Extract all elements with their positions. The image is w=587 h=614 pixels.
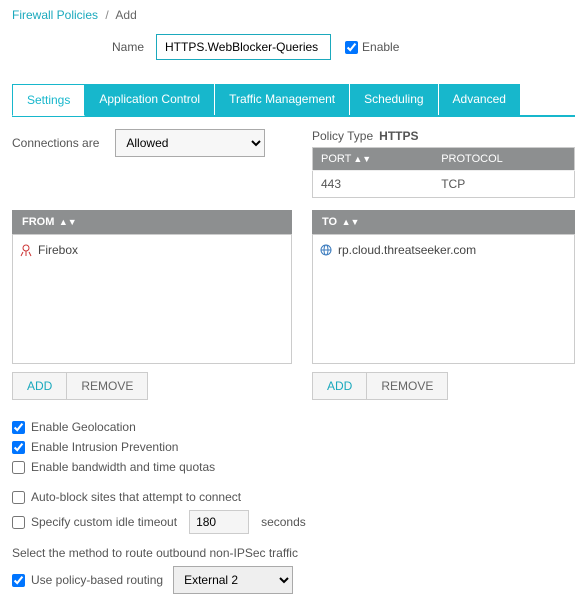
table-row[interactable]: 443 TCP [313, 171, 575, 198]
ips-label: Enable Intrusion Prevention [31, 440, 178, 454]
firebox-icon [19, 243, 33, 257]
quota-checkbox[interactable] [12, 461, 25, 474]
pbr-row[interactable]: Use policy-based routing [12, 573, 163, 587]
breadcrumb: Firewall Policies / Add [12, 8, 575, 22]
breadcrumb-current: Add [115, 8, 136, 22]
ips-row[interactable]: Enable Intrusion Prevention [12, 440, 575, 454]
enable-wrap[interactable]: Enable [345, 40, 399, 54]
pbr-checkbox[interactable] [12, 574, 25, 587]
tab-traffic-management[interactable]: Traffic Management [215, 84, 350, 115]
name-label: Name [112, 40, 144, 54]
policy-type-label: Policy Type [312, 129, 373, 143]
port-table: PORT▲▼ PROTOCOL 443 TCP [312, 147, 575, 198]
from-add-button[interactable]: ADD [12, 372, 66, 400]
tab-advanced[interactable]: Advanced [439, 84, 521, 115]
idle-row[interactable]: Specify custom idle timeout seconds [12, 510, 575, 534]
from-listbox[interactable]: Firebox [12, 234, 292, 364]
to-header[interactable]: TO ▲▼ [312, 210, 575, 234]
from-remove-button[interactable]: REMOVE [66, 372, 148, 400]
to-add-button[interactable]: ADD [312, 372, 366, 400]
autoblock-checkbox[interactable] [12, 491, 25, 504]
list-item[interactable]: Firebox [19, 241, 285, 259]
geo-checkbox[interactable] [12, 421, 25, 434]
ips-checkbox[interactable] [12, 441, 25, 454]
autoblock-label: Auto-block sites that attempt to connect [31, 490, 241, 504]
to-remove-button[interactable]: REMOVE [366, 372, 448, 400]
options-stack: Enable Geolocation Enable Intrusion Prev… [12, 420, 575, 534]
pbr-select[interactable]: External 2 [173, 566, 293, 594]
enable-checkbox[interactable] [345, 41, 358, 54]
port-header[interactable]: PORT▲▼ [313, 148, 434, 171]
idle-checkbox[interactable] [12, 516, 25, 529]
globe-icon [319, 243, 333, 257]
tab-settings[interactable]: Settings [12, 84, 85, 116]
pbr-label: Use policy-based routing [31, 573, 163, 587]
sort-icon: ▲▼ [339, 217, 359, 227]
quota-row[interactable]: Enable bandwidth and time quotas [12, 460, 575, 474]
quota-label: Enable bandwidth and time quotas [31, 460, 215, 474]
sort-icon: ▲▼ [353, 154, 371, 164]
connections-select[interactable]: Allowed [115, 129, 265, 157]
idle-input[interactable] [189, 510, 249, 534]
panel-settings: Connections are Allowed Policy Type HTTP… [12, 117, 575, 606]
autoblock-row[interactable]: Auto-block sites that attempt to connect [12, 490, 575, 504]
list-item-label: rp.cloud.threatseeker.com [338, 243, 476, 257]
enable-label: Enable [362, 40, 399, 54]
port-cell: 443 [313, 171, 434, 198]
from-header[interactable]: FROM ▲▼ [12, 210, 292, 234]
list-item[interactable]: rp.cloud.threatseeker.com [319, 241, 568, 259]
to-listbox[interactable]: rp.cloud.threatseeker.com [312, 234, 575, 364]
connections-label: Connections are [12, 136, 99, 150]
tab-scheduling[interactable]: Scheduling [350, 84, 438, 115]
routing-prompt: Select the method to route outbound non-… [12, 546, 575, 560]
idle-unit: seconds [261, 515, 306, 529]
sort-icon: ▲▼ [56, 217, 76, 227]
name-input[interactable] [156, 34, 331, 60]
tab-application-control[interactable]: Application Control [85, 84, 215, 115]
name-row: Name Enable [12, 34, 575, 60]
protocol-cell: TCP [433, 171, 574, 198]
policy-type-value: HTTPS [379, 129, 418, 143]
idle-label: Specify custom idle timeout [31, 515, 177, 529]
tabs: Settings Application Control Traffic Man… [12, 84, 575, 117]
geo-row[interactable]: Enable Geolocation [12, 420, 575, 434]
geo-label: Enable Geolocation [31, 420, 136, 434]
breadcrumb-root[interactable]: Firewall Policies [12, 8, 98, 22]
protocol-header[interactable]: PROTOCOL [433, 148, 574, 171]
list-item-label: Firebox [38, 243, 78, 257]
